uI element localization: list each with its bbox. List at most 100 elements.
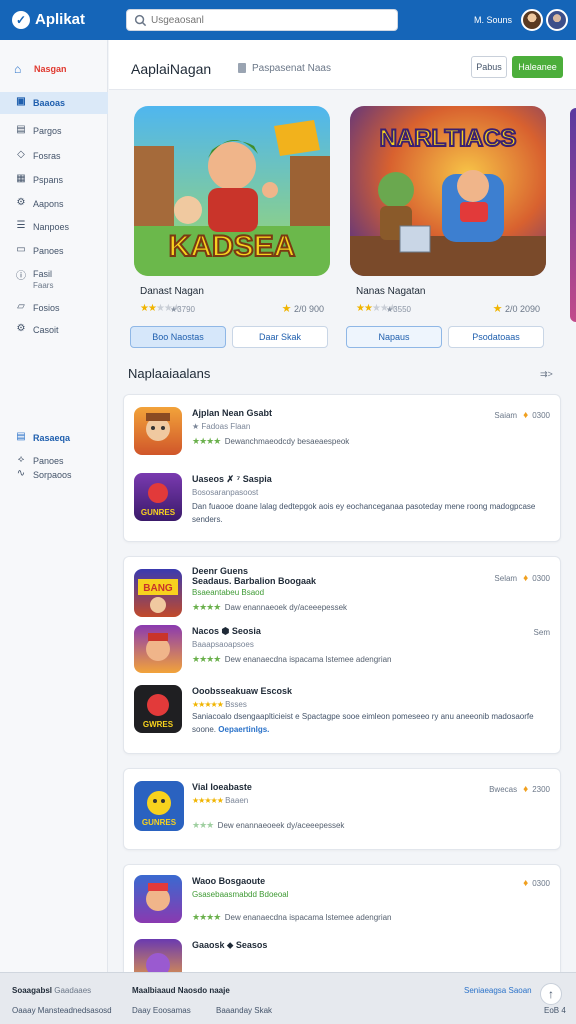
sidebar-item-label: Casoit <box>33 325 59 335</box>
app-rating: ★★★★ Dew enanaecdna ispacama lstemee ade… <box>192 912 392 922</box>
people-icon: ∿ <box>16 468 26 479</box>
sidebar-sub-item-2[interactable]: ∿ Sorpaoos <box>0 464 108 486</box>
app-subtitle: Bsaeantabeu Bsaod <box>192 588 265 597</box>
sidebar-section-rasaeqa[interactable]: ▤ Rasaeqa <box>0 427 108 449</box>
table-icon: ▦ <box>16 173 26 184</box>
avatar[interactable] <box>521 9 543 31</box>
svg-text:GUNRES: GUNRES <box>141 508 176 517</box>
app-icon[interactable] <box>134 875 182 923</box>
footer-label: Soaagabsl Gaadaaes <box>12 986 92 995</box>
see-more-link[interactable]: ⇉> <box>540 369 553 380</box>
calendar-icon: ▤ <box>16 431 26 442</box>
primary-button[interactable]: Haleanee <box>512 56 563 78</box>
sidebar-item-label: Nanpoes <box>33 222 70 232</box>
sidebar-item-9[interactable]: ▱ Fosios <box>0 297 108 319</box>
sidebar-home-label: Nasgan <box>34 64 67 74</box>
sidebar-item-5[interactable]: ⚙ Aapons <box>0 193 108 215</box>
app-title[interactable]: Uaseos ✗ ⁷ Saspia <box>192 474 272 485</box>
app-icon[interactable] <box>134 625 182 673</box>
page-icon <box>238 63 246 73</box>
app-list-card: BANG Deenr Guens Seadaus. Barbalion Boog… <box>123 556 561 754</box>
game-name[interactable]: Nanas Nagatan <box>356 286 426 297</box>
search-input[interactable] <box>151 12 391 28</box>
footer-link[interactable]: Daay Eoosamas <box>132 1006 191 1015</box>
sidebar-item-label: Baaoas <box>33 98 66 108</box>
app-icon[interactable]: GUNRES <box>134 473 182 521</box>
star-rating: ★★★★ <box>192 436 221 446</box>
user-name[interactable]: M. Souns <box>474 15 512 25</box>
page-title: AaplaiNagan <box>131 61 212 77</box>
game-artwork[interactable]: NARLTIACS <box>350 106 546 276</box>
app-subtitle: ★★★★★ Baaen <box>192 796 249 805</box>
help-button[interactable]: ↑ <box>540 983 562 1005</box>
avatar-secondary[interactable] <box>546 9 568 31</box>
flame-icon: ♦ <box>523 410 529 421</box>
featured-card[interactable]: NARLTIACS Nanas Nagatan ★★★★★ ★3550 ★ 2/… <box>346 100 552 354</box>
app-description: Dan fuaooe doane lalag dedtepgok aois ey… <box>192 502 536 524</box>
app-title[interactable]: Vial Ioeabaste <box>192 782 252 792</box>
app-title[interactable]: Ajplan Nean Gsabt <box>192 408 272 418</box>
info-icon: ⓘ <box>16 271 26 282</box>
app-list-card: Ajplan Nean Gsabt ★ Fadoas Flaan ★★★★ De… <box>123 394 561 542</box>
sidebar-item-8[interactable]: ⓘ Fasil Faars <box>0 263 108 297</box>
footer-link[interactable]: Seniaeagsa Saoan <box>464 986 532 995</box>
folder-icon: ▱ <box>17 301 25 312</box>
play-button[interactable]: Boo Naostas <box>130 326 226 348</box>
app-rating: ★★★★ Daw enannaeoek dy/aceeepessek <box>192 602 348 612</box>
app-list-card: Waoo Bosgaoute Gsasebaasmabdd Bdoeoal ★★… <box>123 864 561 987</box>
app-subtitle: Gsasebaasmabdd Bdoeoal <box>192 890 289 899</box>
trophy-icon: ★ <box>281 303 292 315</box>
breadcrumb[interactable]: Paspasenat Naas <box>252 63 331 74</box>
details-button[interactable]: Psodatoaas <box>448 326 544 348</box>
sidebar-item-7[interactable]: ▭ Panoes <box>0 240 108 262</box>
app-title[interactable]: Nacos ⬢ Seosia <box>192 626 261 637</box>
app-title[interactable]: Deenr Guens <box>192 566 248 576</box>
app-stats: ♦ 0300 <box>523 878 550 889</box>
next-card-peek[interactable] <box>570 108 576 322</box>
sidebar-item-label: Panoes <box>33 246 64 256</box>
top-bar: ✓ Aplikat M. Souns <box>0 0 576 40</box>
details-button[interactable]: Daar Skak <box>232 326 328 348</box>
app-title[interactable]: Waoo Bosgaoute <box>192 876 265 886</box>
app-stats: Bwecas ♦ 2300 <box>489 784 550 795</box>
sidebar-item-label: Sorpaoos <box>33 470 72 480</box>
app-subtitle: ★ Fadoas Flaan <box>192 422 251 431</box>
sidebar-item-1[interactable]: ▣ Baaoas <box>0 92 108 114</box>
sidebar-item-label: Pspans <box>33 175 64 185</box>
flame-icon: ♦ <box>523 573 529 584</box>
app-subtitle: Bososaranpasoost <box>192 488 259 497</box>
app-icon[interactable]: GWRES <box>134 685 182 733</box>
sidebar-item-10[interactable]: ⚙ Casoit <box>0 319 108 341</box>
star-rating: ★★★★ <box>192 654 221 664</box>
description-link[interactable]: Oepaertinlgs. <box>218 725 269 734</box>
footer-link[interactable]: Oaaay Mansteadnedsasosd <box>12 1006 112 1015</box>
brand-name[interactable]: Aplikat <box>35 11 85 28</box>
diamond-icon: ◇ <box>17 149 25 160</box>
sidebar-item-label: Fosras <box>33 151 61 161</box>
search-box[interactable] <box>126 9 398 31</box>
app-rating: ★★★★ Dewanchmaeodcdy besaeaespeok <box>192 436 350 446</box>
play-button[interactable]: Napaus <box>346 326 442 348</box>
sidebar-item-2[interactable]: ▤ Pargos <box>0 120 108 142</box>
svg-text:GWRES: GWRES <box>143 720 174 729</box>
app-title[interactable]: Gaaosk ⬥ Seasos <box>192 940 267 951</box>
sidebar-item-3[interactable]: ◇ Fosras <box>0 145 108 167</box>
sidebar-item-4[interactable]: ▦ Pspans <box>0 169 108 191</box>
game-art-title: KADSEA <box>169 230 296 263</box>
chart-icon: ▤ <box>16 124 26 135</box>
game-name[interactable]: Danast Nagan <box>140 286 204 297</box>
logo-icon[interactable]: ✓ <box>12 11 30 29</box>
game-artwork[interactable]: KADSEA <box>134 106 330 276</box>
app-title[interactable]: Ooobsseakuaw Escosk <box>192 686 292 696</box>
rating-count: ★3790 <box>170 305 195 314</box>
app-icon[interactable]: GUNRES <box>134 781 184 831</box>
app-list-card: GUNRES Vial Ioeabaste ★★★★★ Baaen ★★★ De… <box>123 768 561 850</box>
footer-link[interactable]: Baaanday Skak <box>216 1006 272 1015</box>
featured-card[interactable]: KADSEA Danast Nagan ★★★★★ ★3790 ★ 2/0 90… <box>130 100 336 354</box>
star-rating: ★★★★★ <box>192 700 224 709</box>
sidebar-home[interactable]: ⌂ Nasgan <box>0 58 108 80</box>
sidebar-item-6[interactable]: ☰ Nanpoes <box>0 216 108 238</box>
app-icon[interactable] <box>134 407 182 455</box>
secondary-button[interactable]: Pabus <box>471 56 507 78</box>
app-icon[interactable]: BANG <box>134 569 182 617</box>
